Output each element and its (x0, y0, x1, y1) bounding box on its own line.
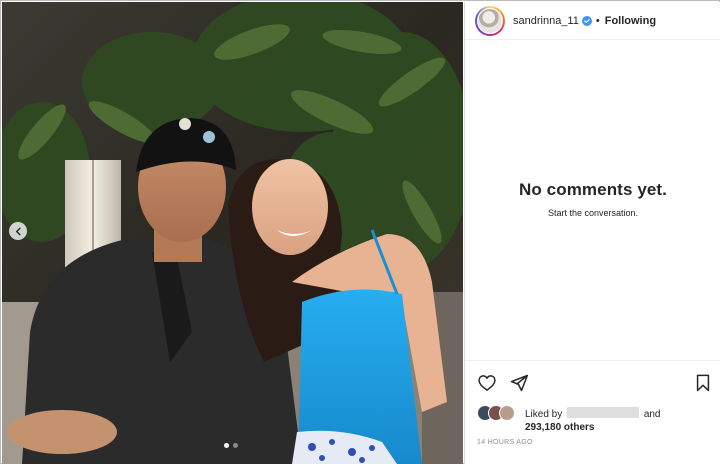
post-footer: Liked by and 293,180 others 14 HOURS AGO (465, 360, 720, 464)
header-separator: • (595, 14, 600, 27)
likes-count-link[interactable]: 293,180 others (525, 421, 715, 434)
photo-illustration (2, 2, 463, 464)
empty-comments-title: No comments yet. (518, 180, 668, 199)
empty-comments-subtitle: Start the conversation. (547, 208, 639, 218)
liked-by-prefix: Liked by (525, 409, 563, 420)
post-header: sandrinna_11 • Following (465, 2, 720, 40)
avatar[interactable] (475, 5, 505, 36)
paper-plane-icon[interactable] (509, 373, 529, 393)
verified-badge-icon (581, 15, 592, 26)
liked-by-text: Liked by and 293,180 others (525, 407, 715, 434)
carousel-dot (224, 443, 229, 448)
carousel-dot (233, 443, 238, 448)
chevron-left-icon (15, 227, 21, 235)
post-timestamp[interactable]: 14 HOURS AGO (477, 439, 533, 446)
liker-avatars[interactable] (477, 405, 517, 421)
carousel-prev-button[interactable] (9, 222, 27, 240)
likes-summary: Liked by and 293,180 others (477, 405, 713, 435)
redacted-username (567, 407, 640, 418)
username-link[interactable]: sandrinna_11 (513, 15, 579, 27)
heart-icon[interactable] (477, 373, 497, 393)
avatar (499, 405, 515, 421)
post-modal: sandrinna_11 • Following No comments yet… (0, 0, 720, 464)
post-side-panel: sandrinna_11 • Following No comments yet… (464, 2, 720, 464)
liked-by-and: and (643, 409, 661, 420)
action-bar (477, 373, 713, 393)
post-photo[interactable] (2, 2, 463, 464)
following-button[interactable]: Following (605, 15, 656, 27)
bookmark-icon[interactable] (693, 373, 713, 393)
empty-comments: No comments yet. Start the conversation. (465, 180, 720, 218)
carousel-indicator (224, 443, 238, 448)
